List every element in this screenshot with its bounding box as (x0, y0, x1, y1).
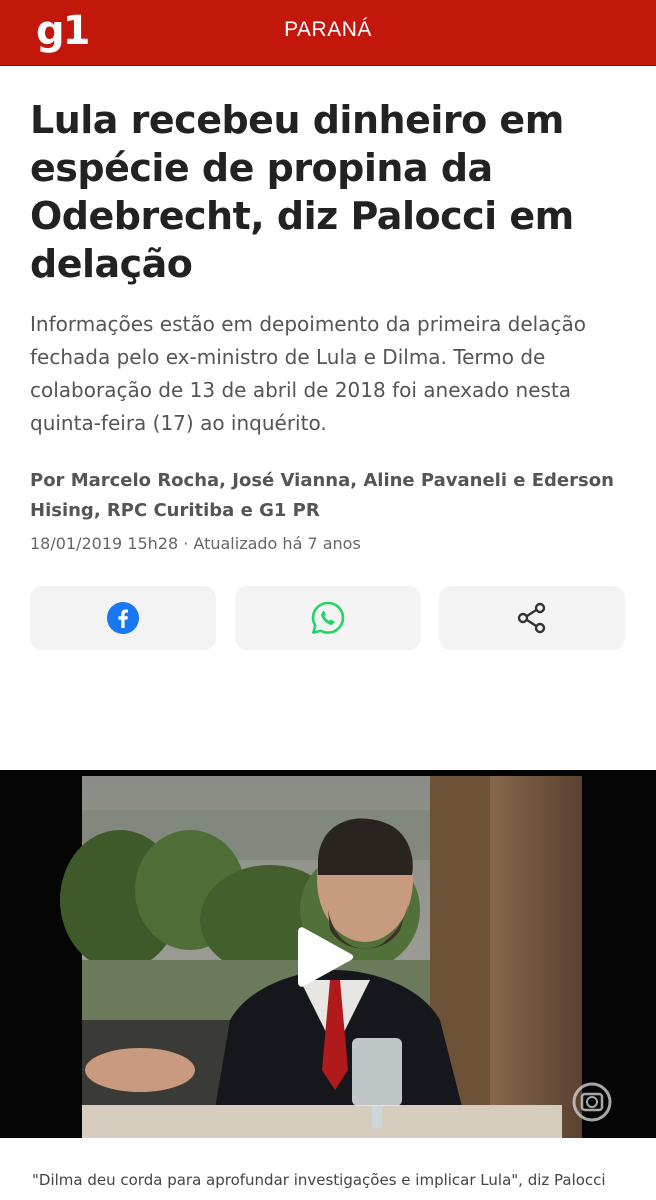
video-caption: "Dilma deu corda para aprofundar investi… (32, 1171, 606, 1189)
share-button[interactable] (439, 586, 625, 650)
facebook-share-button[interactable] (30, 586, 216, 650)
whatsapp-share-button[interactable] (235, 586, 421, 650)
article-timestamp: 18/01/2019 15h28 · Atualizado há 7 anos (30, 534, 361, 553)
share-icon (517, 602, 546, 634)
article-title: Lula recebeu dinheiro em espécie de prop… (30, 98, 574, 286)
article-byline: Por Marcelo Rocha, José Vianna, Aline Pa… (30, 470, 614, 521)
facebook-icon (107, 602, 139, 634)
whatsapp-icon (311, 601, 345, 634)
play-icon[interactable] (296, 924, 356, 990)
section-title[interactable]: PARANÁ (0, 18, 656, 42)
article-subtitle: Informações estão em depoimento da prime… (30, 312, 586, 435)
site-header: g1 PARANÁ (0, 0, 656, 66)
